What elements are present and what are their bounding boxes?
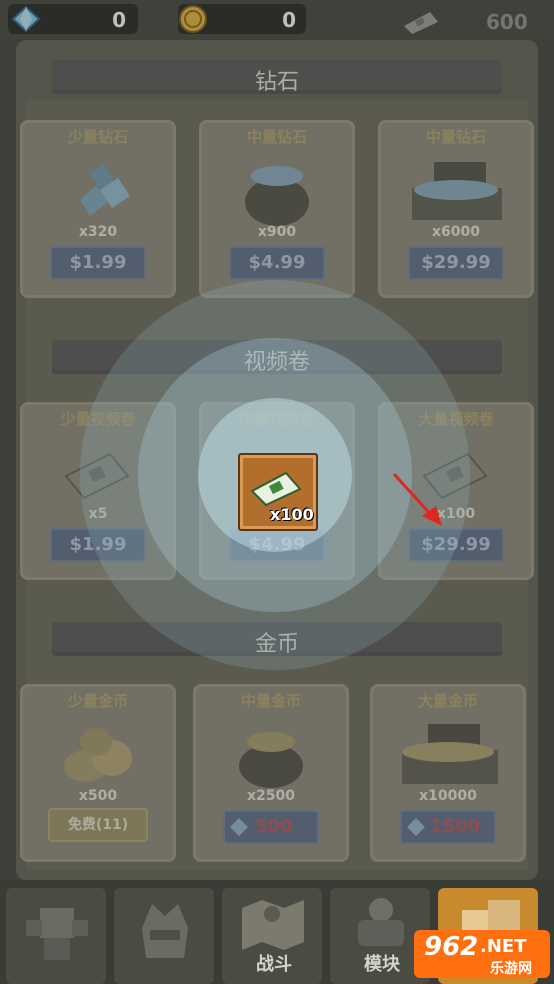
nav-label-battle: 战斗 (256, 954, 292, 975)
module-icon (358, 898, 404, 946)
diamond-card-small[interactable]: 少量钻石 x320 $1.99 (20, 120, 176, 298)
section-title-diamonds: 钻石 (254, 70, 299, 95)
tutorial-arrow-icon (392, 472, 442, 526)
watermark-site: 乐游网 (490, 961, 532, 977)
price-button[interactable]: $4.99 (229, 246, 325, 280)
price-button[interactable]: $29.99 (408, 246, 504, 280)
ticket-icon (404, 12, 438, 34)
nav-tab-pilot[interactable] (114, 888, 214, 984)
gem-count: 0 (112, 8, 126, 32)
nav-tab-battle[interactable]: 战斗 (222, 888, 322, 984)
diamond-chest-icon (412, 162, 502, 220)
coin-card-small[interactable]: 少量金币 x500 免费(11) (20, 684, 176, 862)
gem-counter: 0 (8, 4, 138, 34)
top-bar: 0 0 600 (0, 0, 554, 40)
free-claim-button[interactable]: 免费(11) (48, 808, 148, 842)
card-title: 中量钻石 (425, 128, 486, 146)
coin-pile-icon (64, 728, 132, 782)
gem-icon (407, 818, 425, 836)
card-title: 少量金币 (67, 692, 128, 710)
coin-counter: 0 (178, 4, 306, 34)
card-title: 大量金币 (417, 692, 478, 710)
helmet-icon (142, 904, 188, 958)
card-title: 中量钻石 (246, 128, 307, 146)
coin-chest-icon (402, 724, 498, 784)
coin-card-medium[interactable]: 中量金币 x2500 500 (193, 684, 349, 862)
watermark-domain: .NET (480, 936, 527, 957)
card-qty: x500 (78, 788, 118, 804)
diamond-card-medium[interactable]: 中量钻石 x900 $4.99 (199, 120, 355, 298)
diamond-card-large[interactable]: 中量钻石 x6000 $29.99 (378, 120, 534, 298)
card-qty: x320 (78, 224, 118, 240)
gem-price-button[interactable]: 1500 (400, 810, 496, 844)
gem-price-value: 500 (255, 816, 293, 837)
nav-tab-mech[interactable] (6, 888, 106, 984)
highlighted-qty: x100 (270, 505, 314, 524)
free-claim-label: 免费(11) (67, 817, 129, 833)
card-title: 少量钻石 (67, 128, 128, 146)
coin-card-large[interactable]: 大量金币 x10000 1500 (370, 684, 526, 862)
card-qty: x2500 (247, 788, 295, 804)
gem-icon (11, 5, 41, 33)
gem-price-value: 1500 (430, 816, 481, 837)
gem-icon (230, 818, 248, 836)
robot-icon (26, 908, 88, 960)
coin-bag-icon (239, 732, 303, 788)
coin-icon (179, 5, 207, 33)
diamond-bag-icon (245, 166, 309, 226)
ticket-count: 600 (486, 10, 528, 34)
card-qty: x6000 (432, 224, 480, 240)
card-qty: x900 (257, 224, 297, 240)
card-title: 中量金币 (240, 692, 301, 710)
map-icon (242, 900, 304, 950)
price-button[interactable]: $1.99 (50, 246, 146, 280)
highlighted-video-ticket-item[interactable]: x100 (238, 453, 318, 531)
site-watermark: 962 .NET 乐游网 (414, 930, 550, 978)
video-ticket-icon (250, 471, 302, 507)
coin-count: 0 (282, 8, 296, 32)
diamond-pile-small-icon (80, 164, 130, 216)
watermark-brand: 962 (424, 932, 479, 962)
nav-label-module: 模块 (364, 954, 400, 975)
card-qty: x10000 (419, 788, 477, 804)
gem-price-button[interactable]: 500 (223, 810, 319, 844)
